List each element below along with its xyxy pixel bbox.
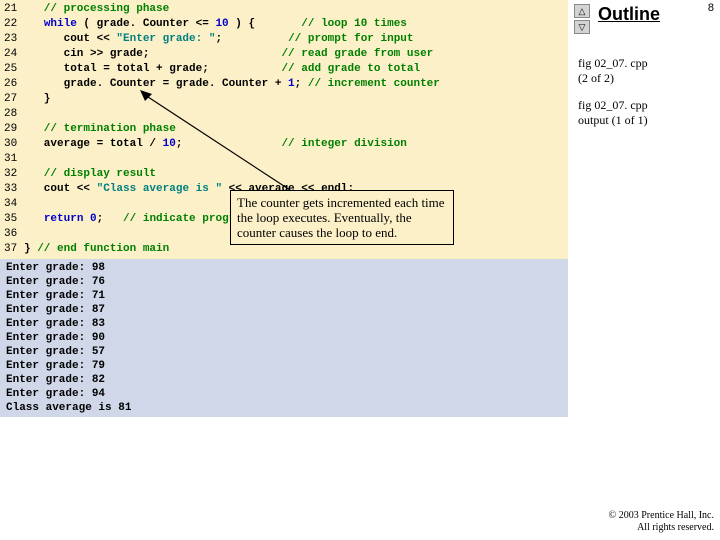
copyright-text: © 2003 Prentice Hall, Inc. All rights re…: [609, 510, 714, 534]
line-number: 28: [0, 107, 24, 122]
sidebar: △ ▽ Outline 8 fig 02_07. cpp (2 of 2) fi…: [568, 0, 720, 540]
line-number: 21: [0, 2, 24, 17]
content-area: 21 // processing phase 22 while ( grade.…: [0, 0, 568, 540]
nav-up-button[interactable]: △: [574, 4, 590, 18]
line-number: 22: [0, 17, 24, 32]
line-number: 35: [0, 212, 24, 227]
program-output: Enter grade: 98 Enter grade: 76 Enter gr…: [0, 259, 568, 417]
line-number: 33: [0, 182, 24, 197]
line-number: 30: [0, 137, 24, 152]
nav-down-button[interactable]: ▽: [574, 20, 590, 34]
line-number: 26: [0, 77, 24, 92]
line-number: 32: [0, 167, 24, 182]
page-number: 8: [708, 2, 714, 14]
outline-title: Outline: [598, 4, 660, 25]
line-number: 23: [0, 32, 24, 47]
line-number: 37: [0, 242, 24, 257]
line-number: 36: [0, 227, 24, 242]
callout-box: The counter gets incremented each time t…: [230, 190, 454, 245]
figure-caption: fig 02_07. cpp (2 of 2): [578, 56, 648, 86]
line-number: 34: [0, 197, 24, 212]
line-number: 31: [0, 152, 24, 167]
line-number: 24: [0, 47, 24, 62]
figure-caption: fig 02_07. cpp output (1 of 1): [578, 98, 648, 128]
callout-arrow-icon: [140, 90, 300, 200]
line-number: 27: [0, 92, 24, 107]
line-number: 25: [0, 62, 24, 77]
line-number: 29: [0, 122, 24, 137]
